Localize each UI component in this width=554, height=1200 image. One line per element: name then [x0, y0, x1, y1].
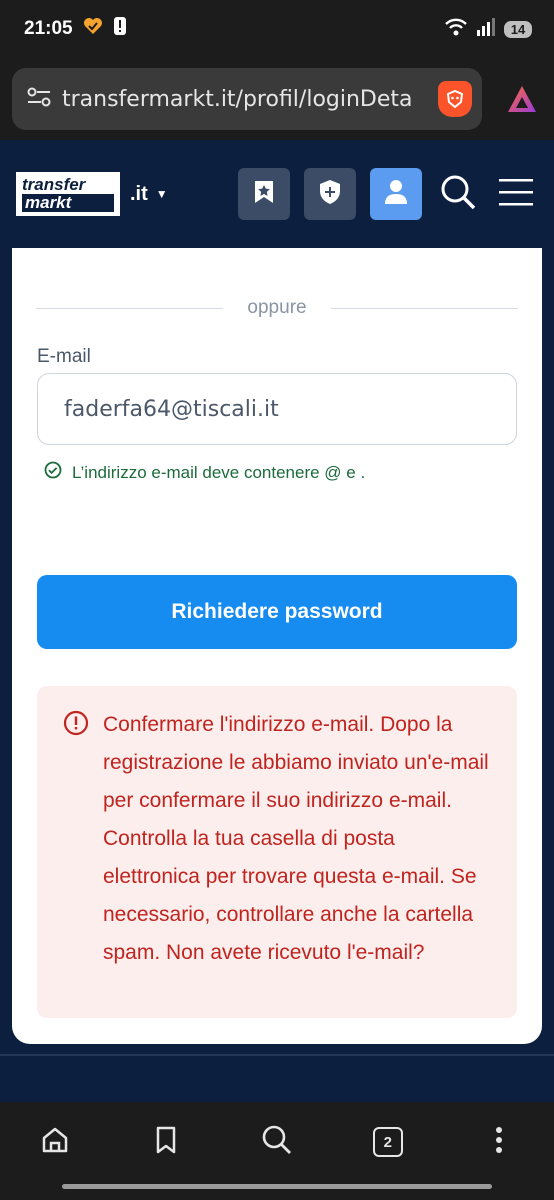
hint-text: L’indirizzo e-mail deve contenere @ e .	[72, 462, 366, 482]
bookmark-star-icon	[253, 179, 275, 210]
shield-plus-icon	[318, 179, 342, 210]
bookmarks-button[interactable]	[142, 1122, 190, 1162]
status-bar: 21:05 14	[0, 0, 554, 58]
logo-line-2: markt	[22, 194, 114, 212]
more-vertical-icon	[495, 1126, 503, 1159]
signal-icon	[476, 17, 496, 41]
url-text[interactable]: transfermarkt.it/profil/loginDeta	[62, 87, 428, 112]
address-bar[interactable]: transfermarkt.it/profil/loginDeta	[12, 68, 482, 130]
search-button[interactable]	[436, 172, 480, 216]
logo-line-1: transfer	[22, 175, 86, 194]
search-icon	[439, 173, 477, 216]
email-validation-hint: L’indirizzo e-mail deve contenere @ e .	[44, 461, 365, 484]
page-footer	[0, 1044, 554, 1102]
footer-divider	[0, 1054, 554, 1056]
status-time: 21:05	[24, 18, 73, 39]
home-icon	[40, 1125, 70, 1160]
menu-button[interactable]	[494, 172, 538, 216]
brave-rewards-icon[interactable]	[502, 79, 542, 119]
wifi-icon	[444, 17, 468, 42]
alert-notification-icon	[113, 16, 127, 42]
logo-mark: transfer markt	[16, 172, 120, 216]
email-label: E-mail	[37, 346, 91, 367]
hamburger-menu-icon	[499, 177, 533, 212]
bookmark-icon	[154, 1125, 178, 1160]
more-options-button[interactable]	[475, 1122, 523, 1162]
alert-message[interactable]: Confermare l'indirizzo e-mail. Dopo la r…	[103, 713, 489, 964]
check-circle-icon	[44, 461, 62, 484]
profile-button[interactable]	[370, 168, 422, 220]
browser-search-button[interactable]	[253, 1122, 301, 1162]
brave-shields-icon[interactable]	[438, 81, 472, 117]
country-domain[interactable]: .it	[130, 183, 148, 206]
heart-check-icon	[83, 17, 103, 41]
request-password-button[interactable]: Richiedere password	[37, 575, 517, 649]
site-header: transfer markt .it ▼	[0, 140, 554, 248]
user-icon	[384, 179, 408, 210]
divider-text: oppure	[247, 297, 307, 318]
email-field[interactable]	[37, 373, 517, 445]
site-logo[interactable]: transfer markt .it ▼	[16, 172, 168, 216]
browser-toolbar: transfermarkt.it/profil/loginDeta	[0, 58, 554, 140]
tabs-button[interactable]: 2	[364, 1122, 412, 1162]
exclamation-circle-icon	[63, 710, 89, 749]
search-icon	[261, 1124, 293, 1161]
watchlist-button[interactable]	[238, 168, 290, 220]
home-button[interactable]	[31, 1122, 79, 1162]
my-club-button[interactable]	[304, 168, 356, 220]
chevron-down-icon[interactable]: ▼	[156, 187, 168, 201]
login-card: oppure E-mail L’indirizzo e-mail deve co…	[12, 248, 542, 1044]
or-divider: oppure	[36, 296, 519, 320]
site-settings-icon[interactable]	[26, 85, 52, 114]
gesture-bar[interactable]	[62, 1184, 492, 1189]
error-alert: Confermare l'indirizzo e-mail. Dopo la r…	[37, 686, 517, 1018]
tab-count: 2	[372, 1127, 403, 1157]
battery-level: 14	[504, 20, 532, 38]
